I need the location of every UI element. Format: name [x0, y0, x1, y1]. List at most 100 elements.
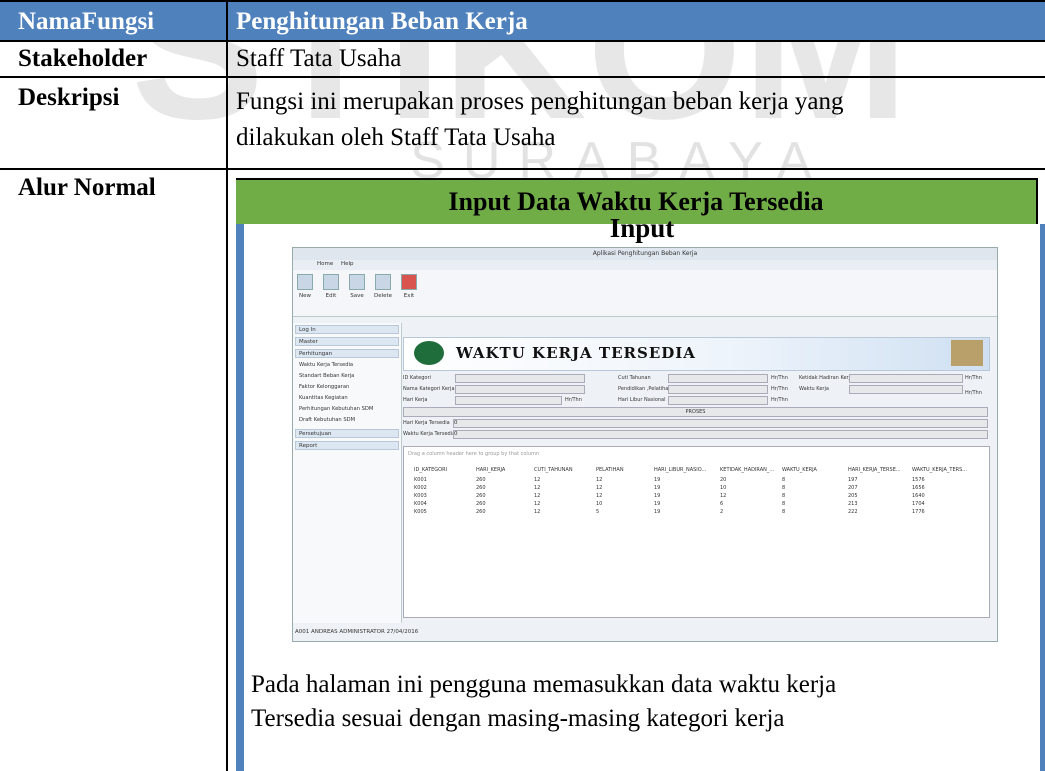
- grid-cell[interactable]: 5: [596, 509, 599, 515]
- label-nama-kategori: Nama Kategori Kerja: [403, 386, 455, 392]
- grid-cell[interactable]: 1640: [912, 493, 925, 499]
- grid-cell[interactable]: 6: [720, 501, 723, 507]
- grid-cell[interactable]: 12: [720, 493, 726, 499]
- grid-cell[interactable]: K002: [414, 485, 427, 491]
- col-cuti[interactable]: CUTI_TAHUNAN: [534, 467, 573, 473]
- grid-cell[interactable]: 1576: [912, 477, 925, 483]
- grid-cell[interactable]: 8: [782, 509, 785, 515]
- grid-cell[interactable]: 10: [596, 501, 602, 507]
- grid-cell[interactable]: 8: [782, 485, 785, 491]
- grid-cell[interactable]: 222: [848, 509, 858, 515]
- grid-cell[interactable]: 12: [596, 485, 602, 491]
- grid-cell[interactable]: 8: [782, 501, 785, 507]
- hari-kerja-tersedia-field[interactable]: 0: [453, 419, 988, 428]
- grid-cell[interactable]: 19: [654, 493, 660, 499]
- sidebar-item-perhitungan-sdm[interactable]: Perhitungan Kebutuhan SDM: [299, 406, 373, 412]
- sidebar-report[interactable]: Report: [295, 441, 399, 450]
- waktu-kerja-tersedia-field[interactable]: 0: [453, 430, 988, 439]
- grid-cell[interactable]: 10: [720, 485, 726, 491]
- pendidikan-field[interactable]: [668, 385, 768, 394]
- grid-cell[interactable]: 260: [476, 493, 486, 499]
- new-button[interactable]: New: [295, 274, 315, 299]
- sidebar-item-draft[interactable]: Draft Kebutuhan SDM: [299, 417, 355, 423]
- grid-cell[interactable]: 260: [476, 477, 486, 483]
- col-hari-libur[interactable]: HARI_LIBUR_NASIO...: [654, 467, 706, 473]
- grid-cell[interactable]: 12: [534, 501, 540, 507]
- grid-cell[interactable]: 205: [848, 493, 858, 499]
- grid-cell[interactable]: 19: [654, 485, 660, 491]
- grid-cell[interactable]: 12: [534, 477, 540, 483]
- save-button[interactable]: Save: [347, 274, 367, 299]
- cuti-field[interactable]: [668, 374, 768, 383]
- grid-cell[interactable]: 213: [848, 501, 858, 507]
- grid-cell[interactable]: K003: [414, 493, 427, 499]
- grid-cell[interactable]: 1704: [912, 501, 925, 507]
- grid-cell[interactable]: 8: [782, 477, 785, 483]
- deskripsi-line-1: Fungsi ini merupakan proses penghitungan…: [236, 88, 844, 115]
- table-header-row: NamaFungsi Penghitungan Beban Kerja: [0, 0, 1045, 42]
- exit-button[interactable]: Exit: [399, 274, 419, 299]
- grid-cell[interactable]: 207: [848, 485, 858, 491]
- sidebar-master[interactable]: Master: [295, 337, 399, 346]
- deskripsi-value: Fungsi ini merupakan proses penghitungan…: [228, 78, 1045, 168]
- tab-home[interactable]: Home: [317, 261, 333, 267]
- sidebar-item-standart[interactable]: Standart Beban Kerja: [299, 373, 354, 379]
- label-hari-kerja: Hari Kerja: [403, 397, 428, 403]
- grid-cell[interactable]: 8: [782, 493, 785, 499]
- sidebar-item-faktor[interactable]: Faktor Kelonggaran: [299, 384, 349, 390]
- sidebar-item-kuantitas[interactable]: Kuantitas Kegiatan: [299, 395, 348, 401]
- sidebar-item-waktu-kerja[interactable]: Waktu Kerja Tersedia: [299, 362, 353, 368]
- logo-icon: [414, 341, 444, 365]
- grid-cell[interactable]: K001: [414, 477, 427, 483]
- label-ketidak-hadiran: Ketidak Hadiran Kerja: [799, 375, 854, 381]
- grid-cell[interactable]: 12: [534, 509, 540, 515]
- grid-cell[interactable]: K005: [414, 509, 427, 515]
- label-cuti: Cuti Tahunan: [618, 375, 651, 381]
- waktu-kerja-field[interactable]: [849, 385, 963, 394]
- ketidak-hadiran-field[interactable]: [849, 374, 963, 383]
- col-hari-kerja-tersedia[interactable]: HARI_KERJA_TERSE...: [848, 467, 901, 473]
- hari-kerja-field[interactable]: [455, 396, 562, 405]
- input-title: Input: [609, 213, 675, 243]
- sidebar-login[interactable]: Log In: [295, 325, 399, 334]
- grid-cell[interactable]: 1776: [912, 509, 925, 515]
- grid-cell[interactable]: 19: [654, 501, 660, 507]
- edit-icon: [323, 274, 339, 290]
- col-pelatihan[interactable]: PELATIHAN: [596, 467, 624, 473]
- grid-cell[interactable]: 19: [654, 509, 660, 515]
- label-id-kategori: ID Kategori: [403, 375, 431, 381]
- label-pendidikan: Pendidikan ,Pelatihan: [618, 386, 672, 392]
- grid-cell[interactable]: 260: [476, 509, 486, 515]
- ribbon: New Edit Save Delete Exit: [293, 270, 997, 317]
- grid-cell[interactable]: K004: [414, 501, 427, 507]
- grid-cell[interactable]: 1656: [912, 485, 925, 491]
- grid-cell[interactable]: 12: [534, 485, 540, 491]
- grid-cell[interactable]: 260: [476, 501, 486, 507]
- grid-group-hint: Drag a column header here to group by th…: [408, 451, 540, 457]
- grid-cell[interactable]: 260: [476, 485, 486, 491]
- delete-button[interactable]: Delete: [373, 274, 393, 299]
- grid-cell[interactable]: 12: [596, 493, 602, 499]
- grid-cell[interactable]: 19: [654, 477, 660, 483]
- col-ketidak-hadiran[interactable]: KETIDAK_HADIRAN_...: [720, 467, 774, 473]
- sidebar-perhitungan[interactable]: Perhitungan: [295, 349, 399, 358]
- grid-cell[interactable]: 197: [848, 477, 858, 483]
- tab-help[interactable]: Help: [341, 261, 354, 267]
- col-id[interactable]: ID_KATEGORI: [414, 467, 447, 473]
- sidebar: Log In Master Perhitungan Waktu Kerja Te…: [293, 323, 402, 623]
- grid-cell[interactable]: 20: [720, 477, 726, 483]
- unit-cuti: Hr/Thn: [771, 375, 788, 381]
- sidebar-persetujuan[interactable]: Persetujuan: [295, 429, 399, 438]
- hari-libur-field[interactable]: [668, 396, 768, 405]
- grid-cell[interactable]: 2: [720, 509, 723, 515]
- id-kategori-select[interactable]: [455, 374, 585, 383]
- nama-kategori-field[interactable]: [455, 385, 585, 394]
- grid-cell[interactable]: 12: [596, 477, 602, 483]
- col-hari-kerja[interactable]: HARI_KERJA: [476, 467, 505, 473]
- proses-button[interactable]: PROSES: [403, 407, 988, 417]
- deskripsi-label: Deskripsi: [0, 78, 228, 168]
- col-waktu-kerja[interactable]: WAKTU_KERJA: [782, 467, 817, 473]
- col-waktu-kerja-tersedia[interactable]: WAKTU_KERJA_TERS...: [912, 467, 967, 473]
- grid-cell[interactable]: 12: [534, 493, 540, 499]
- edit-button[interactable]: Edit: [321, 274, 341, 299]
